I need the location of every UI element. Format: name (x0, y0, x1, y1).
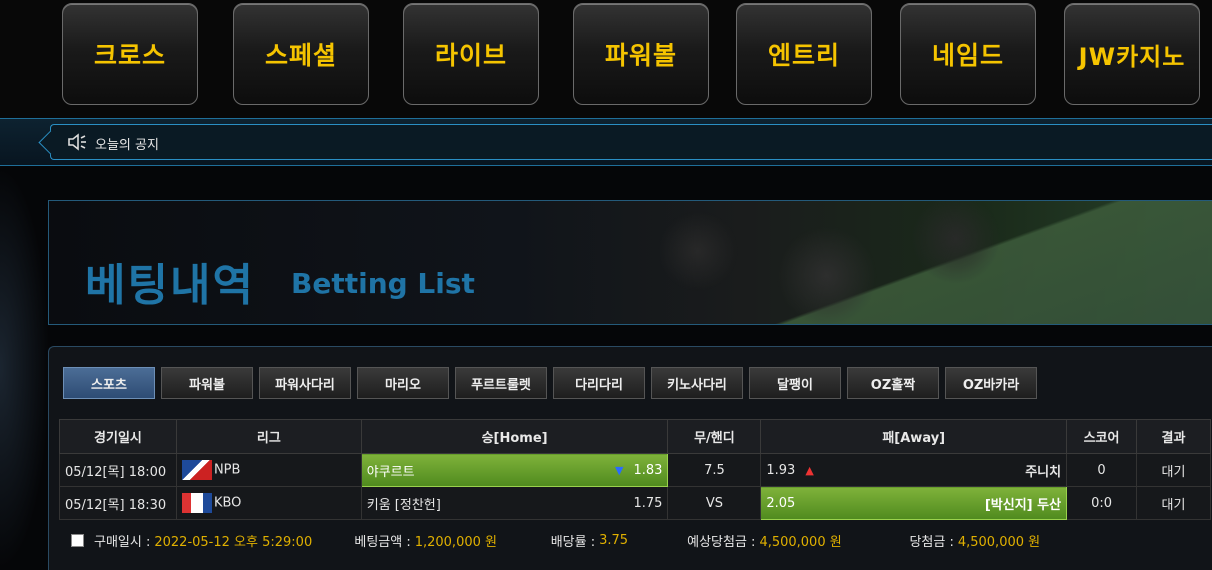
expected-win-value: 4,500,000 원 (759, 534, 842, 550)
purchase-value: 2022-05-12 오후 5:29:00 (154, 534, 313, 550)
bet-amount-value: 1,200,000 원 (414, 534, 497, 550)
notice-bar: 오늘의 공지 (0, 118, 1212, 166)
away-team: 주니치 (1025, 464, 1062, 480)
bet-amount-label: 베팅금액 : (354, 534, 411, 550)
home-odds: 1.83 (633, 462, 663, 478)
nav-powerball-button[interactable]: 파워볼 (573, 3, 709, 105)
odds-label: 배당률 : (550, 534, 596, 550)
notice-label: 오늘의 공지 (95, 138, 159, 153)
header-result: 결과 (1136, 419, 1211, 454)
notice-frame[interactable]: 오늘의 공지 (50, 124, 1212, 160)
tab-mario[interactable]: 마리오 (357, 367, 449, 399)
row-league: NPB (175, 453, 362, 487)
nav-special-button[interactable]: 스페셜 (233, 3, 369, 105)
header-league: 리그 (175, 419, 362, 454)
away-bet-cell[interactable]: 1.93 ▲ 주니치 (760, 453, 1068, 487)
draw-cell[interactable]: VS (667, 486, 762, 520)
stadium-image (569, 201, 1212, 324)
home-team: 야쿠르트 (366, 464, 415, 480)
betting-list-banner: 베팅내역 Betting List (48, 200, 1212, 325)
tab-powerball[interactable]: 파워볼 (161, 367, 253, 399)
tab-oz-baccarat[interactable]: OZ바카라 (945, 367, 1037, 399)
odds-up-icon: ▲ (805, 463, 814, 477)
tab-power-ladder[interactable]: 파워사다리 (259, 367, 351, 399)
league-name: NPB (213, 462, 241, 478)
away-odds: 2.05 (766, 495, 796, 511)
purchase-label: 구매일시 : (94, 534, 151, 550)
nav-live-button[interactable]: 라이브 (403, 3, 539, 105)
tab-oz-oddeven[interactable]: OZ홀짝 (847, 367, 939, 399)
odds-down-icon: ▼ (615, 463, 624, 477)
row-datetime: 05/12[목] 18:30 (59, 486, 177, 520)
header-away: 패[Away] (760, 419, 1068, 454)
table-row: 05/12[목] 18:00 NPB 야쿠르트 ▼ 1.83 7.5 1.93 ▲ … (59, 453, 1211, 487)
row-league: KBO (175, 486, 362, 520)
row-result: 대기 (1136, 486, 1211, 520)
banner-title: 베팅내역 (85, 260, 255, 311)
nav-cross-button[interactable]: 크로스 (62, 3, 198, 105)
tab-keno-ladder[interactable]: 키노사다리 (651, 367, 743, 399)
home-odds: 1.75 (633, 495, 663, 511)
nav-jwcasino-button[interactable]: JW카지노 (1064, 3, 1200, 105)
side-decoration (0, 166, 50, 570)
draw-cell[interactable]: 7.5 (667, 453, 762, 487)
row-score: 0:0 (1066, 486, 1138, 520)
header-score: 스코어 (1066, 419, 1138, 454)
win-value: 4,500,000 원 (957, 534, 1041, 550)
home-bet-cell[interactable]: 키움 [정찬헌] 1.75 (360, 486, 669, 520)
table-header-row: 경기일시 리그 승[Home] 무/핸디 패[Away] 스코어 결과 (59, 419, 1211, 454)
home-bet-cell[interactable]: 야쿠르트 ▼ 1.83 (360, 453, 669, 487)
nav-named-button[interactable]: 네임드 (900, 3, 1036, 105)
odds-value: 3.75 (599, 532, 629, 548)
tab-fruit-roulette[interactable]: 푸르트룰렛 (455, 367, 547, 399)
select-checkbox[interactable] (71, 533, 84, 547)
league-name: KBO (213, 495, 242, 511)
win-label: 당첨금 : (909, 534, 954, 550)
betting-panel: 스포츠 파워볼 파워사다리 마리오 푸르트룰렛 다리다리 키노사다리 달팽이 O… (48, 346, 1212, 570)
away-team: [박신지] 두산 (984, 497, 1062, 513)
row-datetime: 05/12[목] 18:00 (59, 453, 177, 487)
home-team: 키움 [정찬헌] (366, 497, 441, 513)
expected-win-label: 예상당첨금 : (687, 534, 756, 550)
header-draw: 무/핸디 (667, 419, 762, 454)
tab-dari-dari[interactable]: 다리다리 (553, 367, 645, 399)
away-bet-cell[interactable]: 2.05 [박신지] 두산 (760, 486, 1068, 520)
header-datetime: 경기일시 (59, 419, 177, 454)
nav-entry-button[interactable]: 엔트리 (736, 3, 872, 105)
row-score: 0 (1066, 453, 1138, 487)
speaker-icon (68, 133, 86, 151)
top-navigation: 크로스 스페셜 라이브 파워볼 엔트리 네임드 JW카지노 (0, 0, 1212, 118)
header-home: 승[Home] (360, 419, 669, 454)
npb-logo-icon (181, 460, 212, 480)
tab-snail[interactable]: 달팽이 (749, 367, 841, 399)
betting-table: 경기일시 리그 승[Home] 무/핸디 패[Away] 스코어 결과 05/1… (59, 419, 1211, 520)
away-odds: 1.93 (766, 462, 796, 478)
tab-sports[interactable]: 스포츠 (63, 367, 155, 399)
banner-subtitle: Betting List (291, 267, 475, 300)
kbo-logo-icon (181, 493, 212, 513)
row-result: 대기 (1136, 453, 1211, 487)
bet-summary: 구매일시 : 2022-05-12 오후 5:29:00 베팅금액 : 1,20… (59, 520, 1211, 560)
table-row: 05/12[목] 18:30 KBO 키움 [정찬헌] 1.75 VS 2.05… (59, 486, 1211, 520)
